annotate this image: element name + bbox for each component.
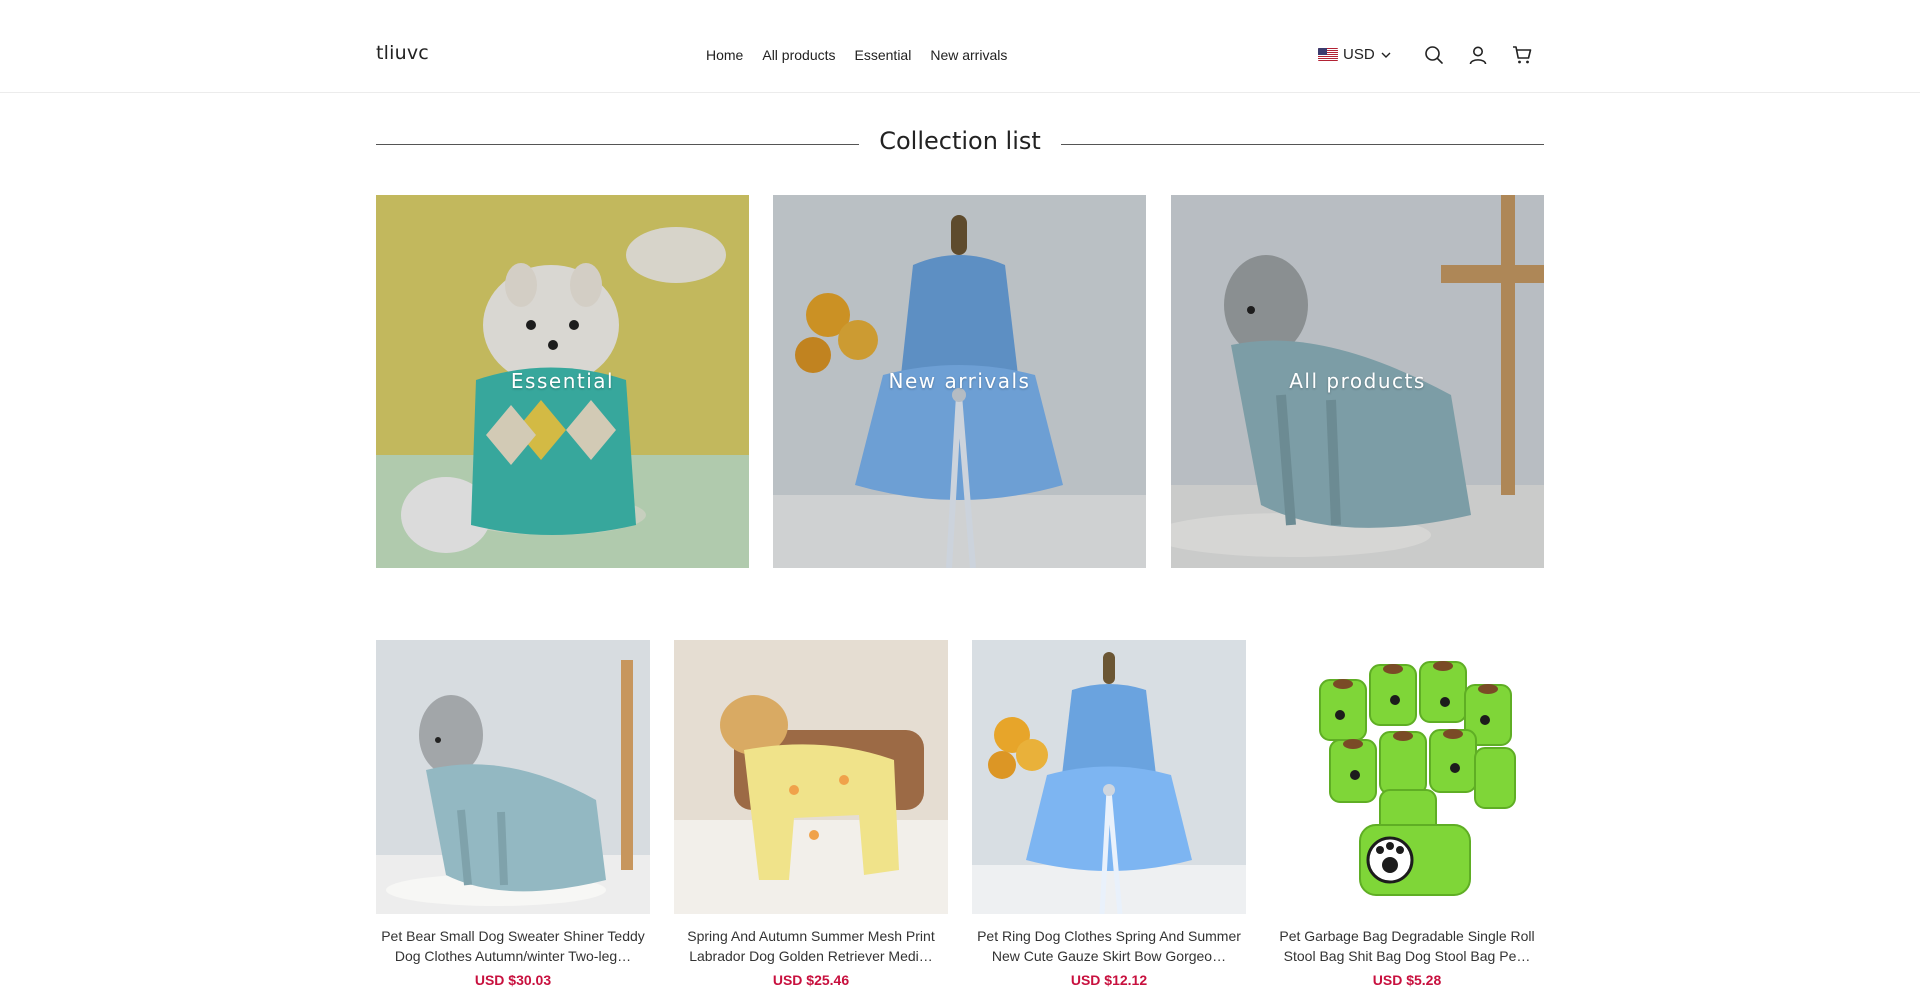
product-price: USD $5.28 xyxy=(1372,972,1442,988)
chevron-down-icon xyxy=(1381,52,1391,58)
product-card[interactable]: Pet Bear Small Dog Sweater Shiner Teddy … xyxy=(376,640,650,988)
product-image[interactable] xyxy=(674,640,948,914)
product-image[interactable] xyxy=(1270,640,1544,914)
product-price: USD $25.46 xyxy=(772,972,850,988)
section-title: Collection list xyxy=(859,127,1061,155)
collection-label-new-arrivals: New arrivals xyxy=(888,369,1031,393)
us-flag-icon xyxy=(1318,48,1338,61)
section-title-wrapper: Collection list xyxy=(376,127,1544,155)
product-card[interactable]: Pet Ring Dog Clothes Spring And Summer N… xyxy=(972,640,1246,988)
collection-list-heading: Collection list xyxy=(376,127,1544,161)
collection-label-all-products: All products xyxy=(1289,369,1426,393)
search-icon[interactable] xyxy=(1423,44,1445,66)
nav-item-essential[interactable]: Essential xyxy=(855,47,912,63)
cart-icon[interactable] xyxy=(1511,44,1533,66)
currency-code: USD xyxy=(1343,46,1375,63)
store-logo[interactable]: tliuvc xyxy=(376,42,429,64)
site-header: tliuvc Home All products Essential New a… xyxy=(0,0,1920,93)
collection-label-essential: Essential xyxy=(510,369,615,393)
product-price: USD $30.03 xyxy=(474,972,552,988)
main-nav: Home All products Essential New arrivals xyxy=(706,47,1007,63)
product-image[interactable] xyxy=(972,640,1246,914)
collection-card-essential[interactable]: Essential xyxy=(376,195,749,568)
product-title[interactable]: Pet Bear Small Dog Sweater Shiner Teddy … xyxy=(376,926,650,966)
nav-item-home[interactable]: Home xyxy=(706,47,743,63)
product-title[interactable]: Spring And Autumn Summer Mesh Print Labr… xyxy=(674,926,948,966)
product-title[interactable]: Pet Ring Dog Clothes Spring And Summer N… xyxy=(972,926,1246,966)
collection-card-new-arrivals[interactable]: New arrivals xyxy=(773,195,1146,568)
collection-card-all-products[interactable]: All products xyxy=(1171,195,1544,568)
product-title[interactable]: Pet Garbage Bag Degradable Single Roll S… xyxy=(1270,926,1544,966)
product-image[interactable] xyxy=(376,640,650,914)
account-icon[interactable] xyxy=(1467,44,1489,66)
product-card[interactable]: Pet Garbage Bag Degradable Single Roll S… xyxy=(1270,640,1544,988)
nav-item-all-products[interactable]: All products xyxy=(762,47,835,63)
nav-item-new-arrivals[interactable]: New arrivals xyxy=(930,47,1007,63)
product-price: USD $12.12 xyxy=(1070,972,1148,988)
product-card[interactable]: Spring And Autumn Summer Mesh Print Labr… xyxy=(674,640,948,988)
currency-selector[interactable]: USD xyxy=(1318,46,1392,63)
